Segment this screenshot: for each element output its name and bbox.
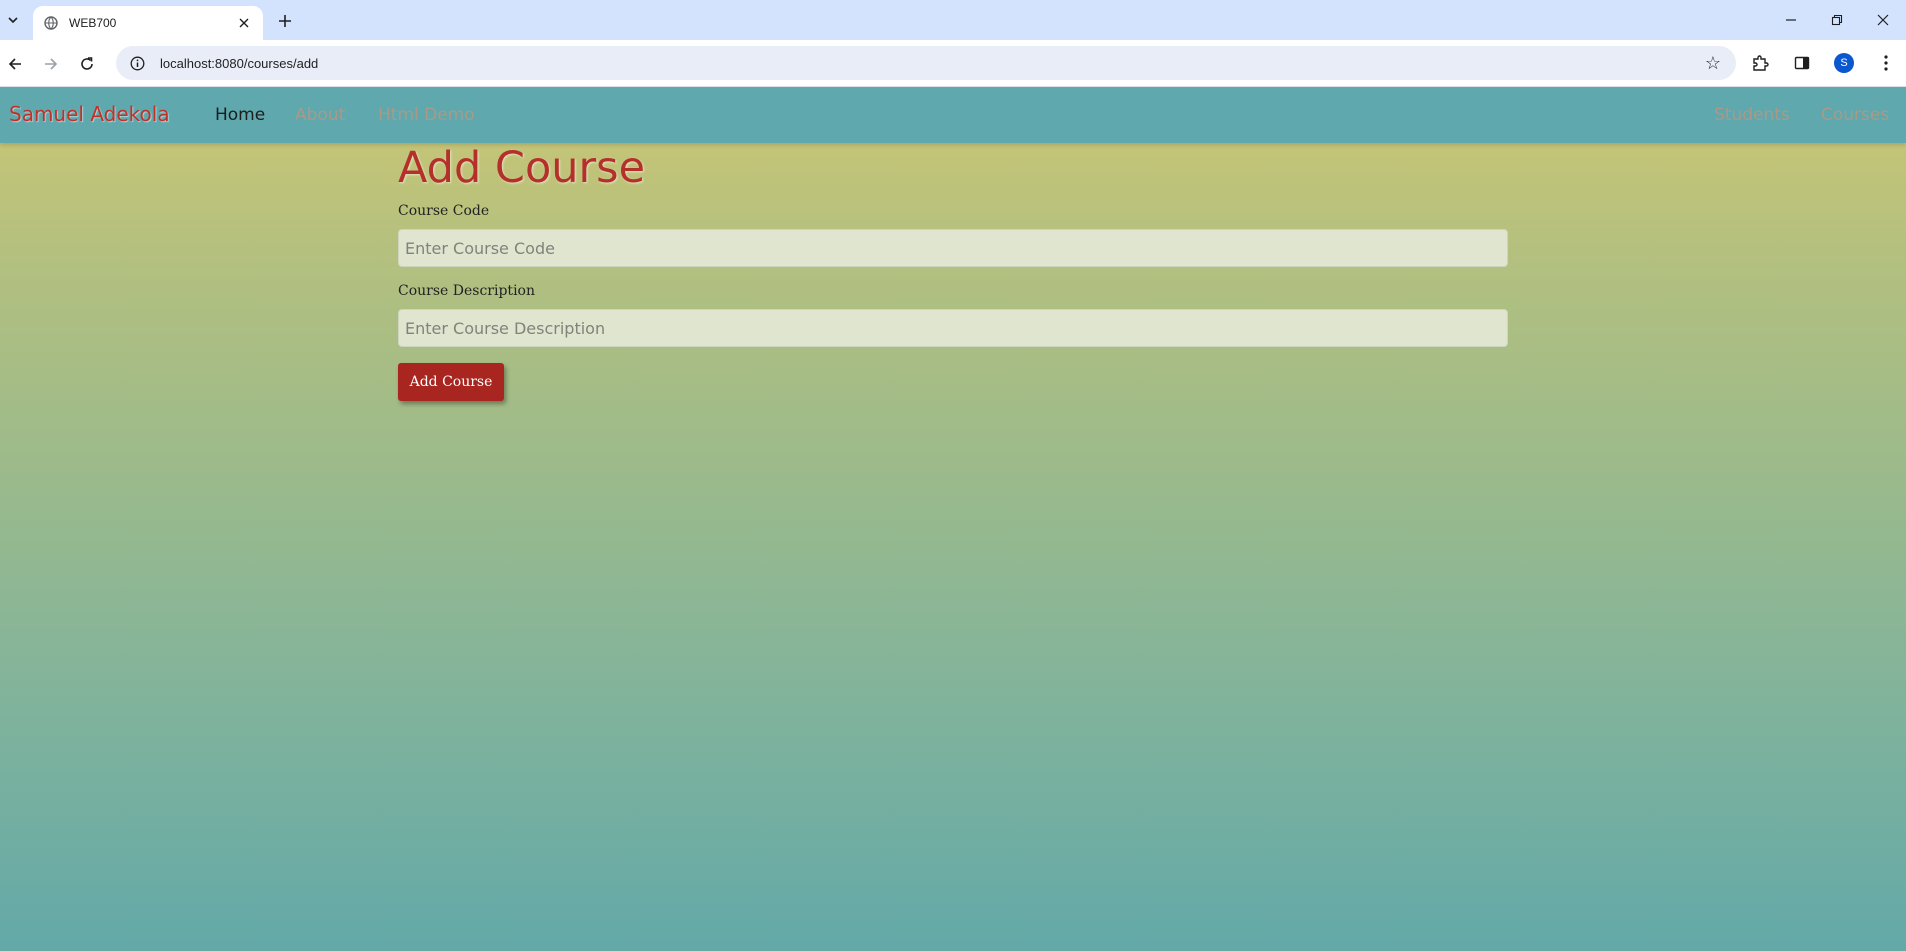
- nav-link-html-demo[interactable]: Html Demo: [378, 105, 475, 125]
- arrow-left-icon: [8, 58, 21, 70]
- star-icon[interactable]: ☆: [1702, 52, 1724, 74]
- chevron-down-icon: [8, 17, 18, 24]
- browser-tab[interactable]: WEB700: [33, 6, 263, 40]
- close-window-button[interactable]: [1860, 0, 1906, 40]
- nav-link-students[interactable]: Students: [1714, 105, 1790, 125]
- forward-button[interactable]: [39, 52, 63, 76]
- address-url: localhost:8080/courses/add: [160, 55, 319, 71]
- back-button[interactable]: [3, 52, 27, 76]
- add-course-button[interactable]: Add Course: [398, 363, 504, 401]
- kebab-menu-icon[interactable]: [1872, 49, 1900, 77]
- minimize-icon: [1786, 19, 1796, 21]
- site-navbar: Samuel Adekola Home About Html Demo Stud…: [0, 87, 1906, 143]
- course-code-input[interactable]: [398, 229, 1508, 267]
- side-panel-icon[interactable]: [1788, 49, 1816, 77]
- info-icon[interactable]: [128, 54, 146, 72]
- tab-search-button[interactable]: [0, 6, 26, 34]
- profile-avatar[interactable]: S: [1830, 49, 1858, 77]
- nav-link-courses[interactable]: Courses: [1821, 105, 1889, 125]
- arrow-right-icon: [45, 58, 58, 70]
- plus-icon: [279, 15, 291, 27]
- course-code-label: Course Code: [398, 203, 490, 219]
- puzzle-icon[interactable]: [1746, 49, 1774, 77]
- minimize-button[interactable]: [1768, 0, 1814, 40]
- window-controls: [1768, 0, 1906, 40]
- close-icon[interactable]: [235, 14, 253, 32]
- reload-icon: [81, 57, 93, 70]
- page-title: Add Course: [398, 143, 646, 193]
- brand-link[interactable]: Samuel Adekola: [9, 102, 170, 126]
- restore-icon: [1831, 14, 1843, 26]
- avatar: S: [1834, 53, 1854, 73]
- globe-icon: [43, 15, 59, 31]
- restore-button[interactable]: [1814, 0, 1860, 40]
- tab-title: WEB700: [69, 16, 117, 30]
- reload-button[interactable]: [75, 52, 99, 76]
- browser-tabstrip: WEB700: [0, 0, 1906, 40]
- close-icon: [1877, 14, 1889, 26]
- nav-link-about[interactable]: About: [295, 105, 345, 125]
- nav-link-home[interactable]: Home: [215, 105, 265, 125]
- page-viewport: Samuel Adekola Home About Html Demo Stud…: [0, 87, 1906, 951]
- add-course-form: Add Course Course Code Course Descriptio…: [398, 143, 1508, 401]
- course-description-input[interactable]: [398, 309, 1508, 347]
- address-bar[interactable]: localhost:8080/courses/add ☆: [116, 46, 1736, 80]
- browser-toolbar: localhost:8080/courses/add ☆ S: [0, 40, 1906, 87]
- toolbar-right: S: [1746, 48, 1900, 78]
- new-tab-button[interactable]: [274, 10, 296, 32]
- course-description-label: Course Description: [398, 283, 535, 299]
